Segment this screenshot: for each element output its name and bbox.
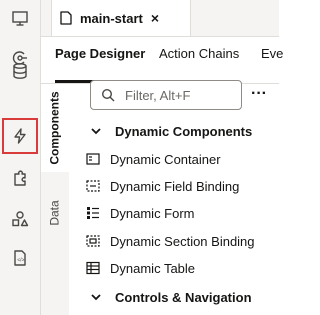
side-tab-components[interactable]: Components: [41, 84, 69, 172]
list-item-label: Dynamic Table: [110, 260, 196, 276]
svg-text:</>: </>: [17, 258, 24, 264]
dynamic-section-binding-icon: [86, 235, 100, 247]
list-item-dynamic-container[interactable]: Dynamic Container: [86, 150, 221, 168]
rail-components[interactable]: [4, 163, 36, 195]
list-item-dynamic-section-binding[interactable]: Dynamic Section Binding: [86, 232, 255, 250]
more-options-button[interactable]: ···: [249, 84, 269, 104]
rail-source[interactable]: </>: [4, 242, 36, 274]
components-palette: [69, 84, 279, 315]
lightning-icon: [14, 128, 26, 144]
side-tabs: Components Data: [41, 84, 69, 315]
dynamic-form-icon: [87, 207, 99, 219]
dynamic-table-icon: [86, 261, 100, 275]
chevron-down-icon: [91, 294, 101, 301]
search-icon: [101, 88, 115, 102]
list-item-label: Dynamic Section Binding: [110, 233, 255, 249]
side-tab-data-label: Data: [47, 200, 62, 226]
dynamic-container-icon: [86, 153, 100, 165]
tab-page-designer[interactable]: Page Designer: [55, 37, 146, 83]
puzzle-icon: [14, 170, 26, 186]
side-tab-components-label: Components: [48, 91, 62, 165]
page-icon: [60, 11, 72, 25]
list-item-label: Dynamic Field Binding: [110, 178, 240, 194]
filter-input[interactable]: [123, 86, 227, 104]
shapes-icon: [12, 211, 29, 227]
side-tab-data[interactable]: Data: [41, 188, 69, 238]
dynamic-field-binding-icon: [86, 180, 100, 192]
rail-web-apps[interactable]: [4, 2, 36, 34]
list-item-label: Dynamic Container: [110, 151, 221, 167]
rail-layouts[interactable]: [4, 203, 36, 235]
rail-business-objects[interactable]: [4, 55, 36, 87]
monitor-icon: [12, 11, 28, 26]
group-label: Controls & Navigation: [115, 289, 252, 305]
document-icon: </>: [14, 250, 26, 266]
tab-action-chains[interactable]: Action Chains: [159, 37, 239, 83]
activity-rail: </>: [0, 0, 41, 315]
group-controls-navigation[interactable]: Controls & Navigation: [90, 288, 252, 306]
group-dynamic-components[interactable]: Dynamic Components: [90, 122, 252, 140]
database-icon: [13, 63, 27, 79]
close-icon[interactable]: ×: [151, 11, 159, 25]
editor-tab-bar: main-start ×: [41, 0, 279, 37]
list-item-label: Dynamic Form: [110, 205, 195, 221]
list-item-dynamic-form[interactable]: Dynamic Form: [86, 204, 195, 222]
editor-tab-main-start[interactable]: main-start ×: [51, 0, 191, 36]
editor-tab-label: main-start: [80, 10, 143, 26]
chevron-down-icon: [91, 128, 101, 135]
tab-events[interactable]: Eve: [261, 37, 283, 83]
group-label: Dynamic Components: [115, 123, 253, 139]
rail-action-chains[interactable]: [2, 118, 38, 154]
list-item-dynamic-field-binding[interactable]: Dynamic Field Binding: [86, 177, 239, 195]
designer-tabs: Page Designer Action Chains Eve: [41, 37, 283, 84]
filter-field[interactable]: [90, 80, 242, 110]
list-item-dynamic-table[interactable]: Dynamic Table: [86, 259, 195, 277]
